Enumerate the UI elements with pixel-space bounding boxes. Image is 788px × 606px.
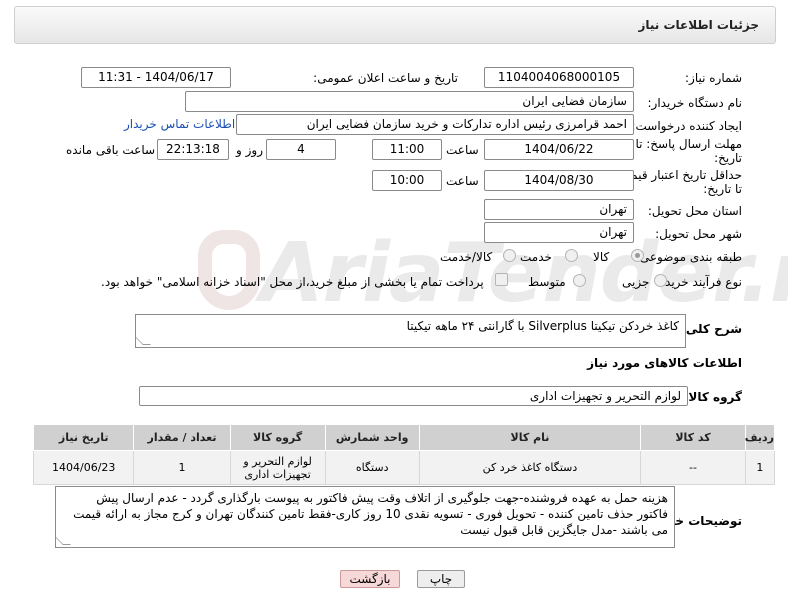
watermark-logo-icon: [198, 230, 260, 310]
resize-handle-icon[interactable]: [55, 537, 71, 545]
deadline-time-label: ساعت: [446, 143, 479, 157]
description-field: کاغذ خردکن تیکیتا Silverplus با گارانتی …: [135, 314, 686, 348]
province-field: تهران: [484, 199, 634, 220]
buyer-org-field: سازمان فضایی ایران: [185, 91, 634, 112]
time-remaining-field: 22:13:18: [157, 139, 229, 160]
col-header-goods-name: نام کالا: [418, 424, 642, 451]
announce-date-label: تاریخ و ساعت اعلان عمومی:: [313, 71, 458, 85]
category-label: طبقه بندی موضوعی:: [635, 250, 742, 264]
validity-label-date: تا تاریخ:: [703, 182, 742, 196]
header-panel: جزئیات اطلاعات نیاز: [14, 6, 776, 44]
table-row: 1 -- دستگاه کاغذ خرد کن دستگاه لوازم الت…: [32, 450, 776, 485]
buyer-org-label: نام دستگاه خریدار:: [647, 96, 743, 110]
city-label: شهر محل تحویل:: [655, 227, 742, 241]
province-label: استان محل تحویل:: [647, 204, 742, 218]
cell-unit: دستگاه: [324, 450, 420, 485]
days-remaining-field: 4: [266, 139, 336, 160]
validity-time-label: ساعت: [446, 174, 479, 188]
creator-field: احمد قرامرزی رئیس اداره تدارکات و خرید س…: [236, 114, 634, 135]
process-option-minor: جزیی: [622, 275, 650, 289]
col-header-need-date: تاریخ نیاز: [32, 424, 135, 451]
time-remaining-label: ساعت باقی مانده: [66, 143, 156, 157]
validity-time-field: 10:00: [372, 170, 442, 191]
process-option-medium: متوسط: [528, 275, 566, 289]
category-radio-service[interactable]: [565, 249, 578, 262]
process-radio-medium[interactable]: [573, 274, 586, 287]
col-header-row-number: ردیف: [744, 424, 776, 451]
page-title: جزئیات اطلاعات نیاز: [638, 18, 759, 32]
category-option-goods-service: کالا/خدمت: [440, 250, 493, 264]
buyer-notes-field: هزینه حمل به عهده فروشنده-جهت جلوگیری از…: [55, 486, 675, 548]
description-text: کاغذ خردکن تیکیتا Silverplus با گارانتی …: [406, 319, 679, 333]
process-radio-minor[interactable]: [654, 274, 667, 287]
cell-need-date: 1404/06/23: [32, 450, 135, 485]
days-label: روز و: [236, 143, 263, 157]
category-option-goods: کالا: [593, 250, 610, 264]
goods-group-field: لوازم التحریر و تجهیزات اداری: [139, 386, 688, 406]
category-radio-goods[interactable]: [631, 249, 644, 262]
buyer-contact-link[interactable]: اطلاعات تماس خریدار: [124, 117, 235, 131]
deadline-date-field: 1404/06/22: [484, 139, 634, 160]
deadline-label-date: تاریخ:: [714, 151, 742, 165]
process-type-label: نوع فرآیند خرید :: [657, 275, 742, 289]
col-header-goods-group: گروه کالا: [229, 424, 326, 451]
buyer-notes-text: هزینه حمل به عهده فروشنده-جهت جلوگیری از…: [73, 491, 668, 537]
col-header-unit: واحد شمارش: [324, 424, 420, 451]
table-header-row: ردیف کد کالا نام کالا واحد شمارش گروه کا…: [32, 424, 776, 451]
goods-info-title: اطلاعات کالاهای مورد نیاز: [587, 356, 742, 370]
col-header-goods-code: کد کالا: [640, 424, 746, 451]
cell-quantity: 1: [133, 450, 231, 485]
cell-goods-code: --: [640, 450, 746, 485]
treasury-payment-note: پرداخت تمام یا بخشی از مبلغ خرید،از محل …: [101, 275, 484, 289]
need-number-label: شماره نیاز:: [685, 71, 742, 85]
cell-goods-group: لوازم التحریر و تجهیزات اداری: [229, 450, 326, 485]
deadline-time-field: 11:00: [372, 139, 442, 160]
category-radio-goods-service[interactable]: [503, 249, 516, 262]
deadline-label: مهلت ارسال پاسخ: تا: [635, 137, 742, 151]
city-field: تهران: [484, 222, 634, 243]
goods-group-label: گروه کالا:: [683, 390, 742, 404]
col-header-quantity: تعداد / مقدار: [133, 424, 231, 451]
validity-label: حداقل تاریخ اعتبار قیمت:: [615, 168, 742, 182]
category-option-service: خدمت: [520, 250, 552, 264]
treasury-payment-checkbox[interactable]: [495, 273, 508, 286]
validity-date-field: 1404/08/30: [484, 170, 634, 191]
announce-date-field: 1404/06/17 - 11:31: [81, 67, 231, 88]
resize-handle-icon[interactable]: [135, 337, 151, 345]
back-button[interactable]: بازگشت: [340, 570, 400, 588]
creator-label: ایجاد کننده درخواست:: [631, 119, 742, 133]
cell-goods-name: دستگاه کاغذ خرد کن: [418, 450, 642, 485]
need-number-field: 1104004068000105: [484, 67, 634, 88]
print-button[interactable]: چاپ: [417, 570, 465, 588]
cell-row-number: 1: [744, 450, 776, 485]
goods-table: ردیف کد کالا نام کالا واحد شمارش گروه کا…: [32, 424, 776, 485]
